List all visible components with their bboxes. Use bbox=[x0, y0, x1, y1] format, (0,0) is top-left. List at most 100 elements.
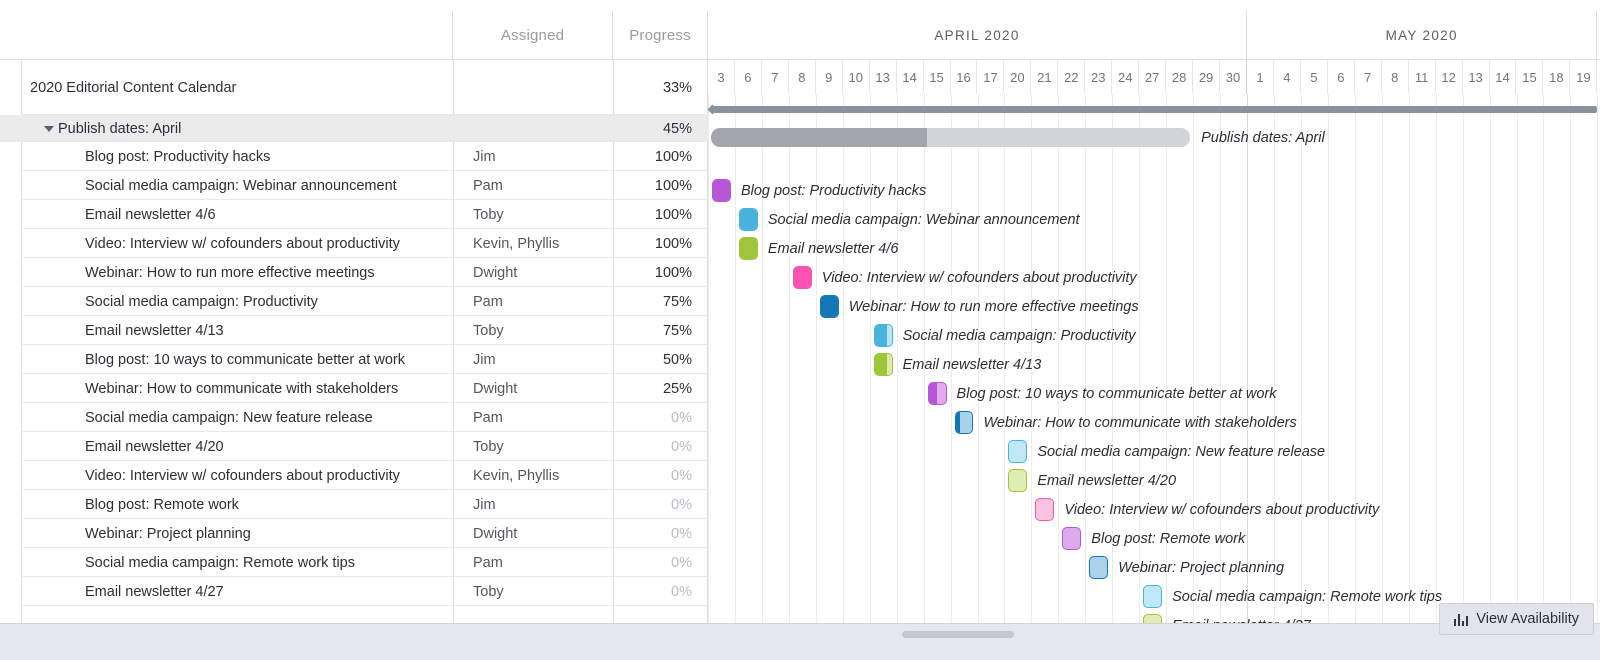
task-bar-8[interactable] bbox=[928, 382, 947, 405]
task-row-12[interactable]: Video: Interview w/ cofounders about pro… bbox=[22, 461, 708, 490]
row-progress: 100% bbox=[613, 142, 708, 171]
day-header-30: 30 bbox=[1220, 60, 1247, 94]
task-row-4[interactable]: Video: Interview w/ cofounders about pro… bbox=[22, 229, 708, 258]
task-bar-6[interactable] bbox=[874, 324, 893, 347]
task-bar-label-9: Webinar: How to communicate with stakeho… bbox=[984, 408, 1297, 437]
gridline-1 bbox=[735, 94, 736, 623]
task-row-16[interactable]: Email newsletter 4/27Toby0% bbox=[22, 577, 708, 606]
task-bar-3[interactable] bbox=[739, 237, 758, 260]
timeline-canvas[interactable]: Publish dates: AprilBlog post: Productiv… bbox=[708, 94, 1600, 623]
task-bar-4[interactable] bbox=[793, 266, 812, 289]
row-name: Social media campaign: New feature relea… bbox=[22, 403, 373, 432]
task-bar-label-14: Webinar: Project planning bbox=[1118, 553, 1284, 582]
row-progress: 100% bbox=[613, 171, 708, 200]
gridline-30 bbox=[1517, 94, 1518, 623]
day-header-13: 13 bbox=[1463, 60, 1490, 94]
task-bar-progress-fill bbox=[875, 325, 888, 346]
gridline-23 bbox=[1328, 94, 1329, 623]
task-bar-13[interactable] bbox=[1062, 527, 1081, 550]
task-row-project[interactable]: 2020 Editorial Content Calendar33% bbox=[22, 60, 708, 115]
day-header-7: 7 bbox=[762, 60, 789, 94]
day-header-4: 4 bbox=[1274, 60, 1301, 94]
task-row-group[interactable]: Publish dates: April45% bbox=[22, 115, 708, 142]
row-name: Email newsletter 4/27 bbox=[22, 577, 224, 606]
task-row-8[interactable]: Blog post: 10 ways to communicate better… bbox=[22, 345, 708, 374]
day-header-20: 20 bbox=[1004, 60, 1031, 94]
row-name: Video: Interview w/ cofounders about pro… bbox=[22, 229, 400, 258]
row-name: Blog post: Remote work bbox=[22, 490, 239, 519]
month-header-2: MAY 2020 bbox=[1247, 11, 1597, 59]
day-header-19: 19 bbox=[1570, 60, 1597, 94]
column-header-assigned[interactable]: Assigned bbox=[453, 11, 613, 59]
day-header-6: 6 bbox=[1328, 60, 1355, 94]
row-assigned: Kevin, Phyllis bbox=[453, 229, 613, 258]
task-bar-progress-fill bbox=[956, 412, 960, 433]
row-name: Blog post: 10 ways to communicate better… bbox=[22, 345, 405, 374]
task-row-3[interactable]: Email newsletter 4/6Toby100% bbox=[22, 200, 708, 229]
task-table: 2020 Editorial Content Calendar33%Publis… bbox=[22, 60, 708, 623]
task-bar-label-5: Webinar: How to run more effective meeti… bbox=[849, 292, 1139, 321]
task-bar-label-16: Email newsletter 4/27 bbox=[1172, 611, 1311, 623]
row-name: Social media campaign: Productivity bbox=[22, 287, 318, 316]
day-header-9: 9 bbox=[816, 60, 843, 94]
gantt-chart-app: Assigned Progress APRIL 2020MAY 2020 367… bbox=[0, 0, 1600, 660]
task-row-2[interactable]: Social media campaign: Webinar announcem… bbox=[22, 171, 708, 200]
row-progress: 0% bbox=[613, 548, 708, 577]
project-summary-bar[interactable] bbox=[711, 106, 1597, 113]
task-bar-15[interactable] bbox=[1143, 585, 1162, 608]
view-availability-button[interactable]: View Availability bbox=[1439, 603, 1594, 635]
footer-bar bbox=[0, 623, 1600, 660]
task-bar-label-1: Blog post: Productivity hacks bbox=[741, 176, 926, 205]
row-assigned: Pam bbox=[453, 403, 613, 432]
task-bar-10[interactable] bbox=[1008, 440, 1027, 463]
task-row-10[interactable]: Social media campaign: New feature relea… bbox=[22, 403, 708, 432]
group-summary-bar[interactable] bbox=[711, 128, 1190, 147]
day-header-7: 7 bbox=[1355, 60, 1382, 94]
row-name: Webinar: How to run more effective meeti… bbox=[22, 258, 375, 287]
task-row-1[interactable]: Blog post: Productivity hacksJim100% bbox=[22, 142, 708, 171]
day-header-14: 14 bbox=[897, 60, 924, 94]
task-row-9[interactable]: Webinar: How to communicate with stakeho… bbox=[22, 374, 708, 403]
task-bar-16[interactable] bbox=[1143, 614, 1162, 623]
task-bar-5[interactable] bbox=[820, 295, 839, 318]
task-row-6[interactable]: Social media campaign: ProductivityPam75… bbox=[22, 287, 708, 316]
gridline-28 bbox=[1463, 94, 1464, 623]
task-bar-label-2: Social media campaign: Webinar announcem… bbox=[768, 205, 1080, 234]
row-assigned bbox=[453, 60, 613, 115]
gridline-32 bbox=[1570, 94, 1571, 623]
gridline-3 bbox=[789, 94, 790, 623]
gridline-27 bbox=[1436, 94, 1437, 623]
task-row-5[interactable]: Webinar: How to run more effective meeti… bbox=[22, 258, 708, 287]
column-header-progress[interactable]: Progress bbox=[613, 11, 708, 59]
gridline-20 bbox=[1247, 94, 1248, 623]
task-bar-9[interactable] bbox=[955, 411, 974, 434]
day-header-22: 22 bbox=[1058, 60, 1085, 94]
task-bar-1[interactable] bbox=[712, 179, 731, 202]
task-row-7[interactable]: Email newsletter 4/13Toby75% bbox=[22, 316, 708, 345]
task-row-13[interactable]: Blog post: Remote workJim0% bbox=[22, 490, 708, 519]
row-progress: 75% bbox=[613, 316, 708, 345]
task-bar-14[interactable] bbox=[1089, 556, 1108, 579]
day-header-1: 1 bbox=[1247, 60, 1274, 94]
task-bar-label-4: Video: Interview w/ cofounders about pro… bbox=[822, 263, 1137, 292]
row-assigned: Toby bbox=[453, 316, 613, 345]
task-bar-7[interactable] bbox=[874, 353, 893, 376]
task-row-15[interactable]: Social media campaign: Remote work tipsP… bbox=[22, 548, 708, 577]
horizontal-scrollbar-thumb[interactable] bbox=[902, 631, 1014, 638]
task-bar-2[interactable] bbox=[739, 208, 758, 231]
row-assigned: Jim bbox=[453, 490, 613, 519]
gridline-33 bbox=[1597, 94, 1598, 623]
column-header-name[interactable] bbox=[22, 11, 453, 59]
row-progress: 25% bbox=[613, 374, 708, 403]
task-bar-12[interactable] bbox=[1035, 498, 1054, 521]
task-row-11[interactable]: Email newsletter 4/20Toby0% bbox=[22, 432, 708, 461]
task-bar-label-13: Blog post: Remote work bbox=[1091, 524, 1245, 553]
row-assigned bbox=[453, 115, 613, 142]
task-bar-progress-fill bbox=[713, 180, 730, 201]
row-name: Email newsletter 4/6 bbox=[22, 200, 216, 229]
task-bar-11[interactable] bbox=[1008, 469, 1027, 492]
row-name: Webinar: Project planning bbox=[22, 519, 251, 548]
task-row-14[interactable]: Webinar: Project planningDwight0% bbox=[22, 519, 708, 548]
gridline-22 bbox=[1301, 94, 1302, 623]
task-bar-label-11: Email newsletter 4/20 bbox=[1037, 466, 1176, 495]
